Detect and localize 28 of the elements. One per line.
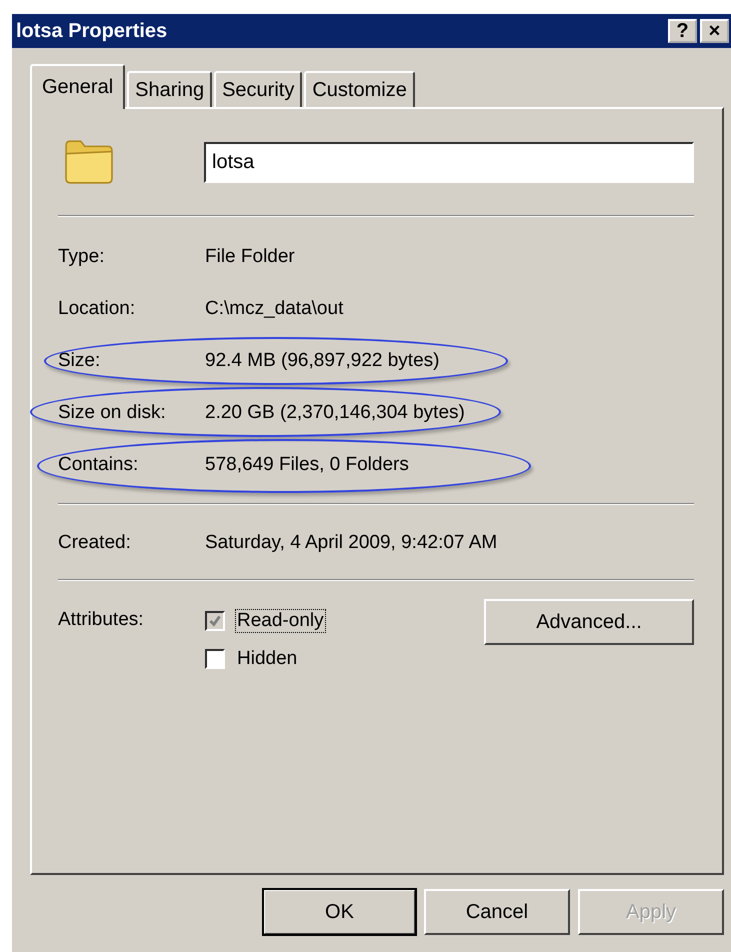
property-value: File Folder (205, 246, 295, 268)
folder-icon (64, 139, 114, 185)
property-label: Created: (58, 532, 132, 554)
property-value: Saturday, 4 April 2009, 9:42:07 AM (205, 532, 498, 554)
close-button[interactable]: × (700, 19, 729, 43)
dialog-button[interactable]: OK (263, 889, 416, 935)
tab[interactable]: General (30, 64, 126, 109)
property-label: Contains: (58, 454, 140, 476)
dialog-button[interactable]: Cancel (424, 889, 570, 935)
tab[interactable]: Security (214, 71, 302, 107)
tab[interactable]: Sharing (127, 71, 212, 107)
checkbox[interactable] (205, 649, 225, 669)
checkbox-label[interactable]: Hidden (235, 647, 300, 671)
help-button[interactable]: ? (668, 19, 697, 43)
property-value: 578,649 Files, 0 Folders (205, 454, 409, 476)
property-label: Type: (58, 246, 106, 268)
property-label: Size: (58, 350, 102, 372)
property-value: C:\mcz_data\out (205, 298, 344, 320)
property-label: Location: (58, 298, 136, 320)
check-mark-icon (207, 613, 223, 629)
attributes-label: Attributes: (58, 608, 145, 631)
tab[interactable]: Customize (304, 71, 415, 107)
property-value: 2.20 GB (2,370,146,304 bytes) (205, 402, 465, 424)
advanced-button[interactable]: Advanced... (484, 599, 694, 645)
property-label: Size on disk: (58, 402, 167, 424)
name-field[interactable]: lotsa (204, 142, 694, 182)
property-value: 92.4 MB (96,897,922 bytes) (205, 350, 440, 372)
window-title: lotsa Properties (16, 20, 168, 42)
